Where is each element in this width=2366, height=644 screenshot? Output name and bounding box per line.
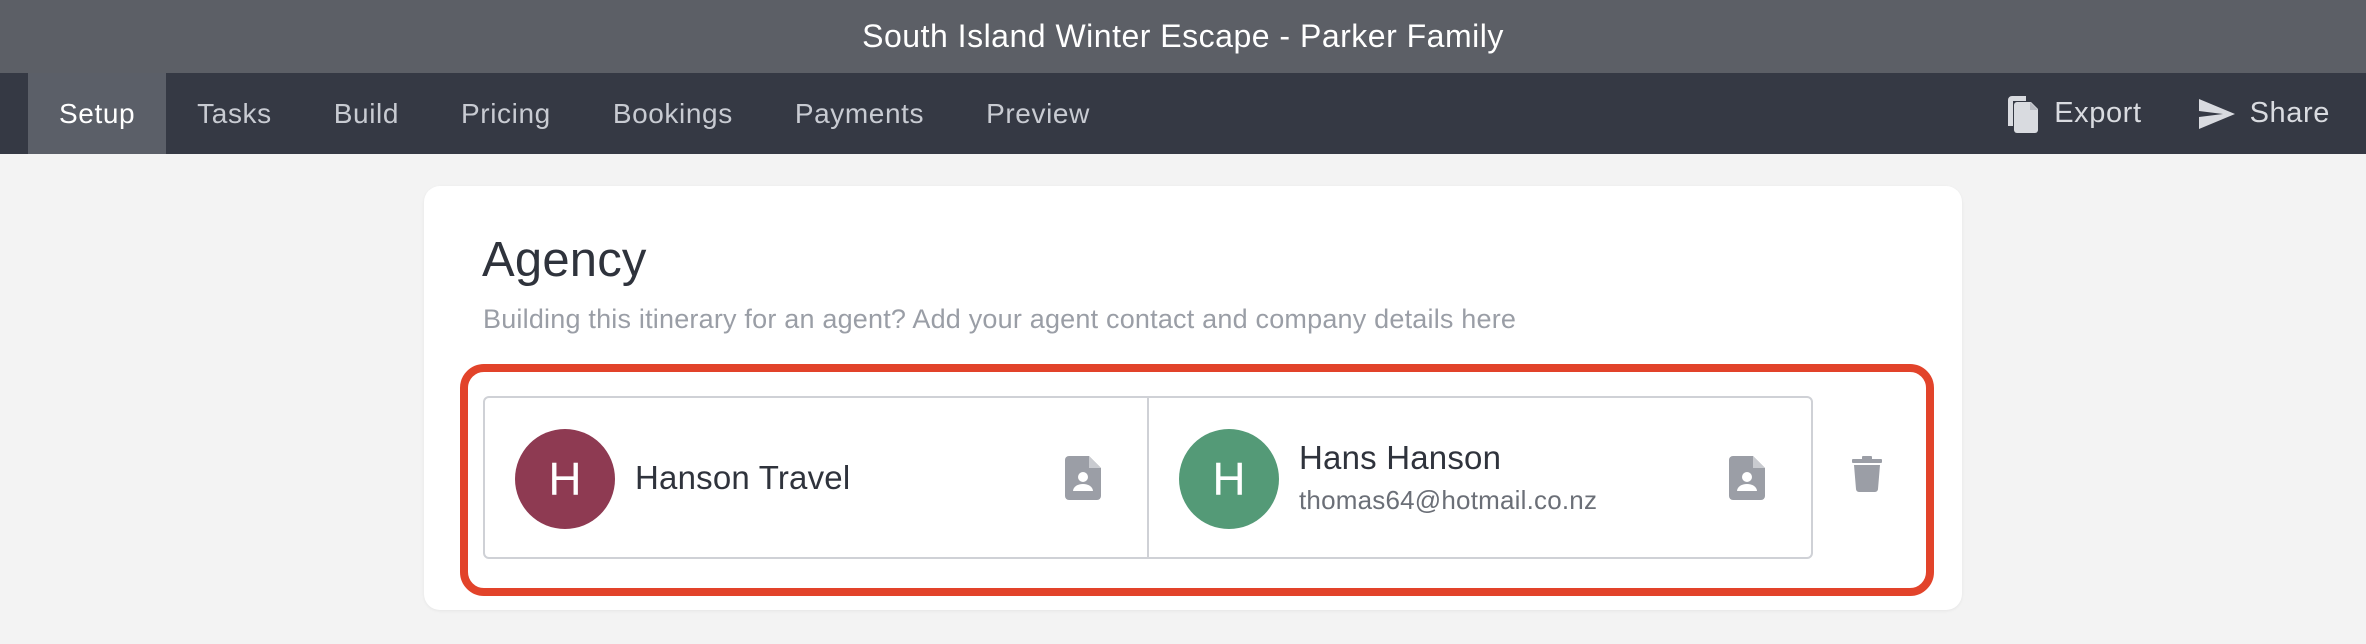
window-title: South Island Winter Escape - Parker Fami… <box>862 18 1504 54</box>
contact-document-icon[interactable] <box>1065 456 1101 505</box>
agent-avatar: H <box>1179 429 1279 529</box>
tab-payments[interactable]: Payments <box>764 73 955 154</box>
share-label: Share <box>2249 97 2330 129</box>
avatar-initial: H <box>548 453 582 505</box>
trash-icon[interactable] <box>1852 456 1882 497</box>
company-contact[interactable]: H Hanson Travel <box>485 398 1147 557</box>
tab-label: Payments <box>794 97 925 129</box>
tab-label: Pricing <box>461 97 551 129</box>
agency-subtitle: Building this itinerary for an agent? Ad… <box>483 304 1517 334</box>
agent-email: thomas64@hotmail.co.nz <box>1299 485 1598 515</box>
tab-pricing[interactable]: Pricing <box>430 73 582 154</box>
agency-card: Agency Building this itinerary for an ag… <box>424 186 1962 610</box>
company-avatar: H <box>515 429 615 529</box>
tab-bookings[interactable]: Bookings <box>582 73 764 154</box>
tab-label: Build <box>333 97 400 129</box>
tab-tasks[interactable]: Tasks <box>166 73 303 154</box>
agency-contacts: H Hanson Travel H Hans Hanson thomas64@h… <box>483 396 1813 559</box>
nav-actions: Export Share <box>2006 73 2330 154</box>
tab-label: Tasks <box>197 97 272 129</box>
company-name: Hanson Travel <box>635 458 851 496</box>
share-button[interactable]: Share <box>2198 97 2330 130</box>
agent-text: Hans Hanson thomas64@hotmail.co.nz <box>1299 439 1597 516</box>
agent-contact[interactable]: H Hans Hanson thomas64@hotmail.co.nz <box>1147 398 1811 557</box>
nav-tabs: Setup Tasks Build Pricing Bookings Payme… <box>28 73 1121 154</box>
tab-setup[interactable]: Setup <box>28 73 167 154</box>
send-icon <box>2198 98 2236 130</box>
avatar-initial: H <box>1212 453 1246 505</box>
tab-label: Preview <box>986 97 1090 129</box>
export-label: Export <box>2054 97 2142 129</box>
tab-preview[interactable]: Preview <box>955 73 1121 154</box>
tab-label: Bookings <box>612 97 733 129</box>
copy-document-icon <box>2006 94 2040 134</box>
export-button[interactable]: Export <box>2006 94 2141 134</box>
agent-name: Hans Hanson <box>1299 439 1502 476</box>
company-text: Hanson Travel <box>635 459 850 497</box>
tab-label: Setup <box>59 97 136 129</box>
agency-title: Agency <box>482 233 647 287</box>
top-navigation: Setup Tasks Build Pricing Bookings Payme… <box>0 73 2366 154</box>
contact-document-icon[interactable] <box>1729 456 1765 505</box>
tab-build[interactable]: Build <box>303 73 430 154</box>
window-title-bar: South Island Winter Escape - Parker Fami… <box>0 0 2366 73</box>
